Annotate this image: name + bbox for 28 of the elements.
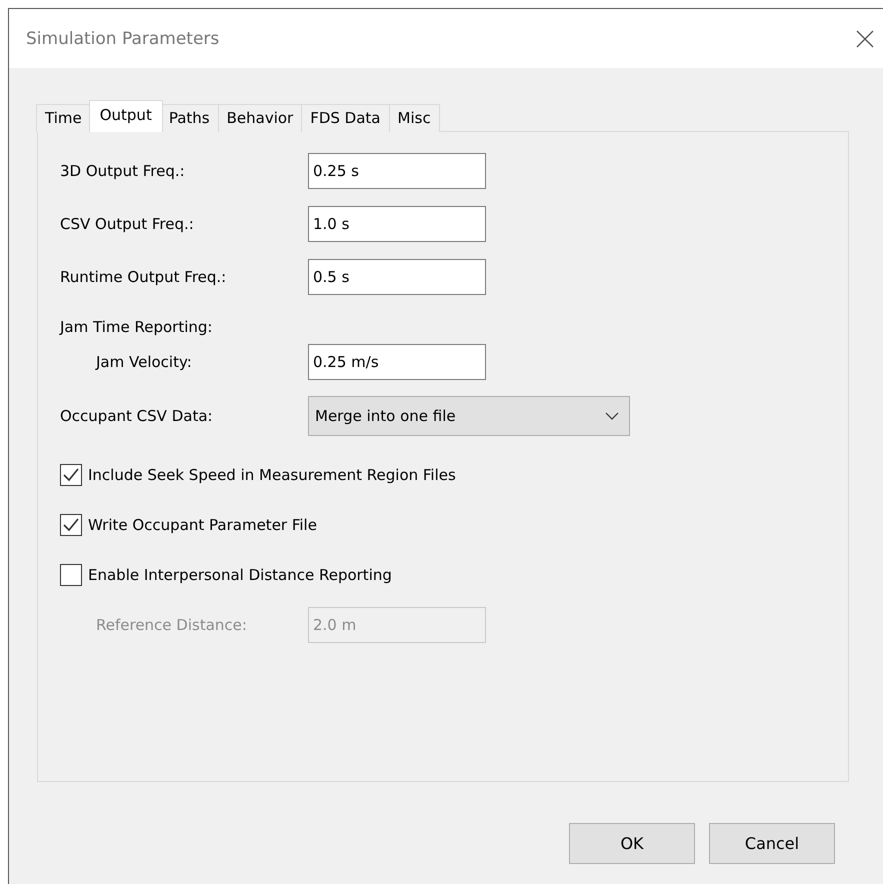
checkbox-label[interactable]: Enable Interpersonal Distance Reporting [88,566,392,584]
field-label: Jam Velocity: [94,353,193,371]
checkbox[interactable] [60,464,82,486]
field-label: CSV Output Freq.: [60,215,195,233]
field-label: Runtime Output Freq.: [60,268,228,286]
tab[interactable]: FDS Data [301,104,390,132]
dialog-button[interactable]: OK [569,823,695,864]
close-icon[interactable] [855,28,875,48]
checkbox[interactable] [60,514,82,536]
window-title: Simulation Parameters [26,28,220,48]
checkbox-label[interactable]: Write Occupant Parameter File [88,516,317,534]
checkbox[interactable] [60,564,82,586]
input-field[interactable]: 1.0 s [308,206,486,242]
field-label: Occupant CSV Data: [60,407,214,425]
checkbox-label[interactable]: Include Seek Speed in Measurement Region Files [88,466,456,484]
input-field[interactable]: 0.25 m/s [308,344,486,380]
tab[interactable]: Misc [388,104,440,132]
dropdown[interactable]: Merge into one file [308,396,630,436]
section-label: Jam Time Reporting: [60,318,214,336]
input-field[interactable]: 0.25 s [308,153,486,189]
tab[interactable]: Time [36,104,91,132]
chevron-down-icon [605,412,619,420]
field-label: Reference Distance: [95,616,248,634]
tab[interactable]: Output [88,100,163,132]
tab[interactable]: Behavior [218,104,302,132]
dialog-button[interactable]: Cancel [709,823,835,864]
field-label: 3D Output Freq.: [60,162,186,180]
input-field[interactable]: 0.5 s [308,259,486,295]
